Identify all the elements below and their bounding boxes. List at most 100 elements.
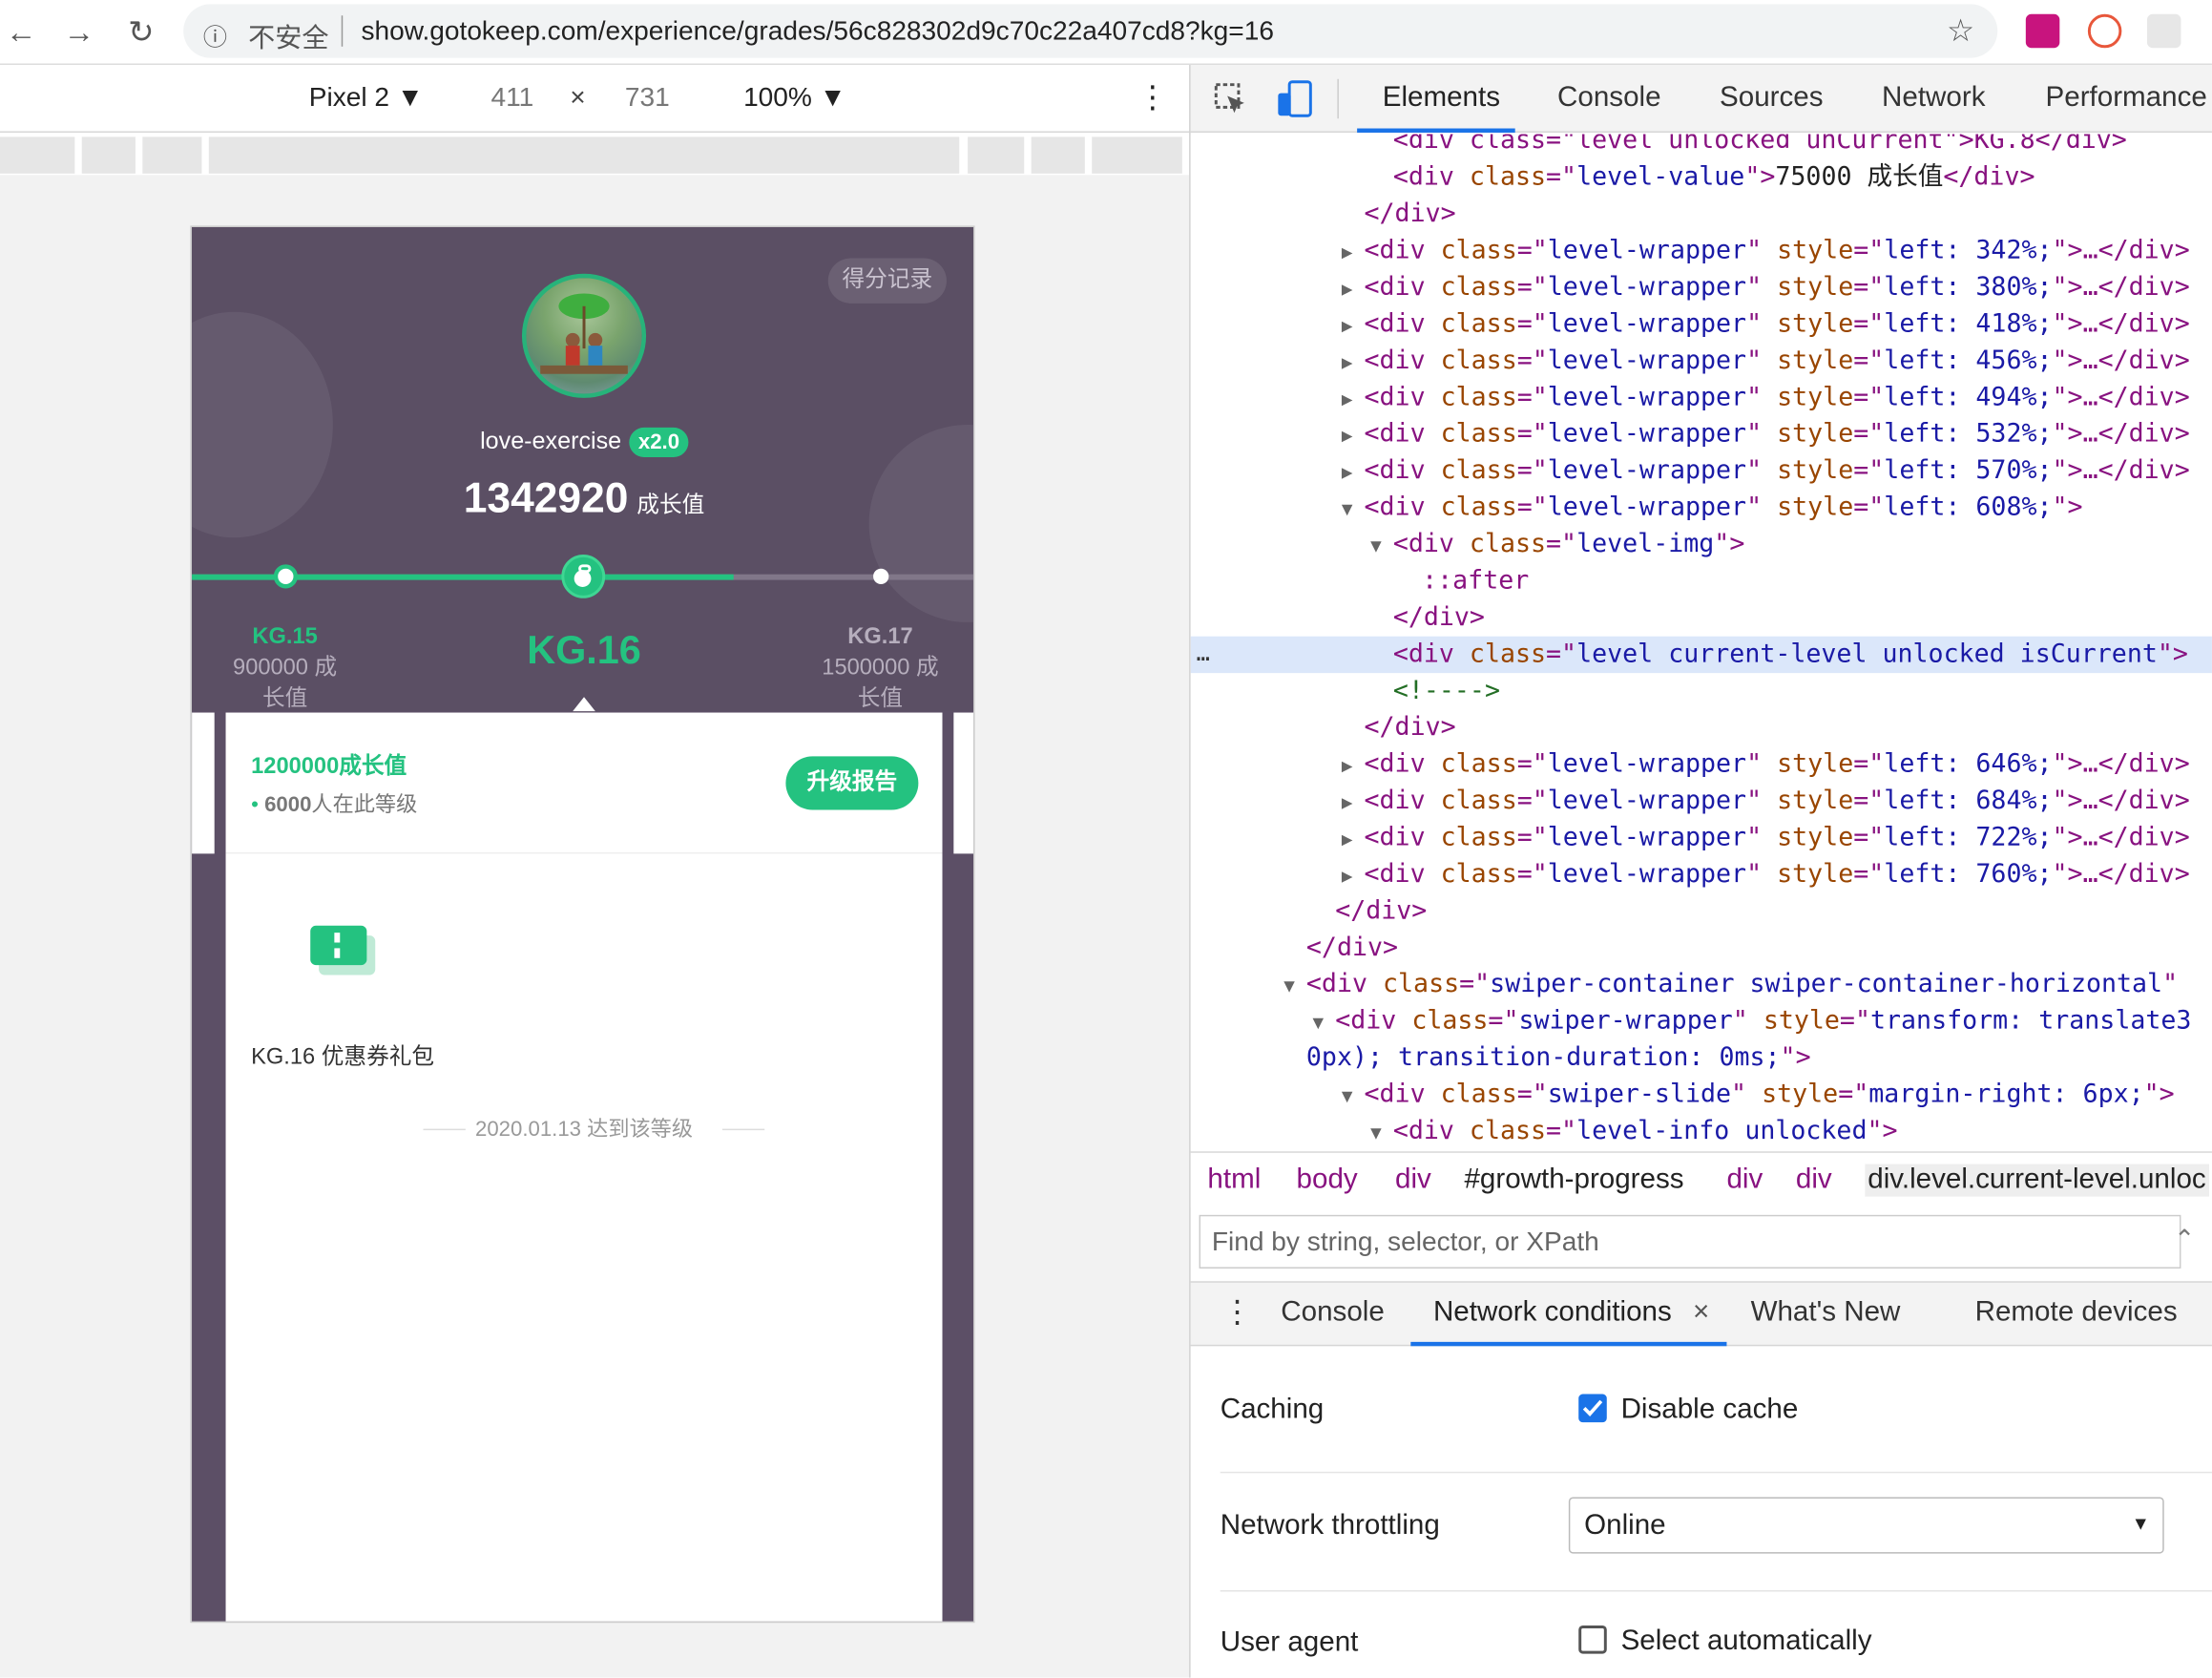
dom-node-line[interactable]: ▶ <div class="level-wrapper" style="left:… xyxy=(1342,383,2190,416)
collapse-triangle-icon[interactable]: ▼ xyxy=(1313,1009,1336,1040)
drawer-tab-network-conditions[interactable]: Network conditions xyxy=(1433,1297,1672,1330)
dom-node-line[interactable]: ▼ <div class="level-info unlocked"> xyxy=(1370,1116,1897,1149)
disable-cache-label[interactable]: Disable cache xyxy=(1621,1395,1799,1427)
tab-elements[interactable]: Elements xyxy=(1383,82,1500,115)
media-query-segment[interactable] xyxy=(142,136,202,174)
drawer-tab-console[interactable]: Console xyxy=(1281,1297,1384,1330)
dom-node-line[interactable]: ::after xyxy=(1422,566,1529,598)
crumb-div[interactable]: div xyxy=(1726,1164,1763,1197)
drawer-menu-icon[interactable]: ⋮ xyxy=(1221,1294,1253,1331)
tab-performance[interactable]: Performance xyxy=(2046,82,2207,115)
crumb-body[interactable]: body xyxy=(1297,1164,1358,1197)
reload-icon[interactable]: ↻ xyxy=(120,11,162,53)
media-query-segment[interactable] xyxy=(1092,136,1182,174)
dom-node-line[interactable]: ▼ <div class="level-wrapper" style="left:… xyxy=(1342,493,2083,526)
back-arrow-icon[interactable]: ← xyxy=(0,11,42,53)
extension-network-icon[interactable] xyxy=(2087,13,2122,49)
address-bar[interactable]: ⓘ 不安全 show.gotokeep.com/experience/grade… xyxy=(183,4,1998,58)
dom-node-line[interactable]: </div> xyxy=(1393,602,1485,634)
more-options-icon[interactable]: ⋮ xyxy=(1137,79,1169,115)
expand-triangle-icon[interactable]: ▶ xyxy=(1342,458,1365,490)
dom-node-line[interactable]: </div> xyxy=(1306,933,1398,964)
collapse-triangle-icon[interactable]: ▼ xyxy=(1342,495,1365,527)
next-level-card-edge[interactable] xyxy=(953,712,974,854)
chevron-up-icon[interactable]: ⌃ xyxy=(2174,1225,2195,1254)
dom-node-line[interactable]: ▶ <div class="level-wrapper" style="left:… xyxy=(1342,749,2190,783)
dom-node-line[interactable]: ▶ <div class="level-wrapper" style="left:… xyxy=(1342,455,2190,489)
extension-gear-icon[interactable] xyxy=(2146,13,2181,49)
crumb-current-element[interactable]: div.level.current-level.unloc xyxy=(1865,1164,2209,1197)
dom-node-line[interactable]: ▶ <div class="level-wrapper" style="left:… xyxy=(1342,272,2190,305)
reward-label[interactable]: KG.16 优惠券礼包 xyxy=(251,1038,434,1071)
dom-node-line[interactable]: </div> xyxy=(1365,713,1456,745)
crumb-div[interactable]: div xyxy=(1395,1164,1431,1197)
close-icon[interactable]: × xyxy=(1693,1297,1709,1330)
level-node-prev[interactable] xyxy=(273,564,298,589)
dom-node-line[interactable]: ▶ <div class="level-wrapper" style="left:… xyxy=(1342,859,2190,892)
dom-node-line[interactable]: ▼ <div class="swiper-container swiper-con… xyxy=(1283,970,2178,1003)
dom-node-line[interactable]: ▼ <div class="swiper-slide" style="margin… xyxy=(1342,1080,2175,1113)
dom-node-line[interactable]: </div> xyxy=(1335,896,1427,928)
dom-node-line[interactable]: ▶ <div class="level-wrapper" style="left:… xyxy=(1342,236,2190,269)
dom-node-line[interactable]: ▼ <div class="level-img"> xyxy=(1370,529,1744,562)
current-level-node[interactable] xyxy=(561,554,606,598)
dom-node-line[interactable]: ▶ <div class="level-wrapper" style="left:… xyxy=(1342,309,2190,343)
collapse-triangle-icon[interactable]: ▼ xyxy=(1342,1082,1365,1114)
dom-node-line[interactable]: </div> xyxy=(1365,199,1456,230)
dom-node-line[interactable]: <div class="level-value">75000 成长值</div> xyxy=(1393,162,2035,194)
dom-node-line[interactable]: <div class="level unlocked unCurrent">KG… xyxy=(1393,134,2127,157)
select-automatically-checkbox[interactable] xyxy=(1578,1626,1607,1654)
drawer-tab-whats-new[interactable]: What's New xyxy=(1751,1297,1901,1330)
tab-network[interactable]: Network xyxy=(1882,82,1985,115)
expand-triangle-icon[interactable]: ▶ xyxy=(1342,422,1365,453)
expand-triangle-icon[interactable]: ▶ xyxy=(1342,275,1365,306)
media-query-segment[interactable] xyxy=(1031,136,1085,174)
search-input[interactable]: Find by string, selector, or XPath ⌃ xyxy=(1199,1214,2195,1269)
dom-node-line[interactable]: ▶ <div class="level-wrapper" style="left:… xyxy=(1342,823,2190,856)
zoom-select[interactable]: 100% ▼ xyxy=(743,83,845,115)
media-query-segment[interactable] xyxy=(81,136,136,174)
drawer-tab-remote-devices[interactable]: Remote devices xyxy=(1975,1297,2178,1330)
dom-tree[interactable]: <div class="level unlocked unCurrent">KG… xyxy=(1190,134,2212,1150)
url-text[interactable]: show.gotokeep.com/experience/grades/56c8… xyxy=(361,17,1274,49)
forward-arrow-icon[interactable]: → xyxy=(58,11,100,53)
expand-triangle-icon[interactable]: ▶ xyxy=(1342,239,1365,270)
dom-node-line[interactable]: ▶ <div class="level-wrapper" style="left:… xyxy=(1342,419,2190,452)
tab-sources[interactable]: Sources xyxy=(1720,82,1823,115)
dom-node-line[interactable]: <div class="level current-level unlocked… xyxy=(1393,640,2188,671)
media-query-segment[interactable] xyxy=(208,136,960,174)
info-icon[interactable]: ⓘ xyxy=(203,17,227,52)
device-select[interactable]: Pixel 2 ▼ xyxy=(309,83,424,115)
crumb-growth-progress[interactable]: #growth-progress xyxy=(1464,1164,1683,1197)
expand-triangle-icon[interactable]: ▶ xyxy=(1342,386,1365,417)
dom-node-line[interactable]: ▼ <div class="swiper-wrapper" style="tran… xyxy=(1313,1006,2192,1039)
collapse-triangle-icon[interactable]: ▼ xyxy=(1370,532,1393,563)
tab-console[interactable]: Console xyxy=(1557,82,1660,115)
dom-node-line[interactable]: 0px); transition-duration: 0ms;"> xyxy=(1306,1042,1811,1074)
disable-cache-checkbox[interactable] xyxy=(1578,1394,1607,1423)
expand-triangle-icon[interactable]: ▶ xyxy=(1342,348,1365,380)
expand-triangle-icon[interactable]: ▶ xyxy=(1342,788,1365,820)
dom-node-line[interactable]: <!----> xyxy=(1393,676,1500,707)
inspect-element-icon[interactable] xyxy=(1213,82,1246,115)
collapse-triangle-icon[interactable]: ▼ xyxy=(1370,1119,1393,1150)
score-record-button[interactable]: 得分记录 xyxy=(827,258,947,304)
crumb-div[interactable]: div xyxy=(1796,1164,1832,1197)
device-toggle-icon[interactable] xyxy=(1275,79,1314,118)
security-warning[interactable]: 不安全 xyxy=(248,17,328,55)
crumb-html[interactable]: html xyxy=(1207,1164,1261,1197)
dom-node-line[interactable]: ▶ <div class="level-wrapper" style="left:… xyxy=(1342,786,2190,819)
expand-triangle-icon[interactable]: ▶ xyxy=(1342,312,1365,344)
device-height-input[interactable]: 731 xyxy=(625,83,670,115)
collapse-triangle-icon[interactable]: ▼ xyxy=(1283,973,1306,1004)
select-automatically-label[interactable]: Select automatically xyxy=(1621,1626,1872,1658)
media-query-segment[interactable] xyxy=(0,136,75,174)
extension-rp-icon[interactable] xyxy=(2025,13,2060,49)
expand-triangle-icon[interactable]: ▶ xyxy=(1342,826,1365,857)
device-width-input[interactable]: 411 xyxy=(490,83,533,115)
node-menu-dots[interactable]: … xyxy=(1197,640,1210,666)
dom-node-line[interactable]: ▶ <div class="level-wrapper" style="left:… xyxy=(1342,346,2190,379)
avatar[interactable] xyxy=(521,273,647,398)
throttling-select[interactable]: Online ▼ xyxy=(1568,1497,2164,1554)
level-node-next[interactable] xyxy=(873,568,889,585)
